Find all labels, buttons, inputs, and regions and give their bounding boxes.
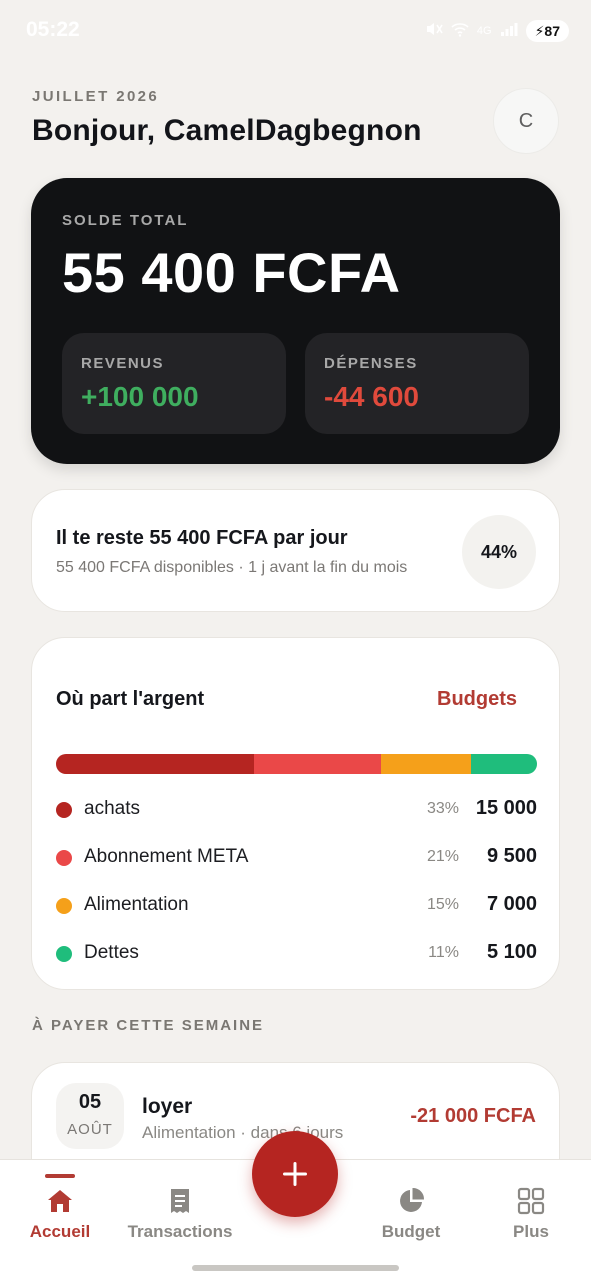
plus-icon — [283, 1162, 307, 1186]
nav-label-accueil: Accueil — [29, 1222, 91, 1241]
expense-card: DÉPENSES -44 600 — [305, 333, 529, 434]
category-dot — [56, 946, 72, 962]
avatar[interactable]: C — [493, 88, 559, 154]
payment-name: loyer — [142, 1095, 193, 1118]
income-card: REVENUS +100 000 — [62, 333, 286, 434]
category-name: Dettes — [84, 942, 139, 963]
category-amount: 9 500 — [486, 845, 537, 867]
spending-card: Où part l'argent Budgets achats 33% 15 000… — [31, 637, 560, 990]
add-transaction-button[interactable] — [252, 1131, 338, 1217]
status-bar: 05:22 4G ⚡87 — [0, 0, 591, 62]
nav-label-plus: Plus — [513, 1222, 549, 1241]
payment-day: 05 — [78, 1091, 102, 1113]
category-name: Alimentation — [84, 894, 189, 915]
category-percent: 11% — [428, 944, 459, 961]
budgets-link[interactable]: Budgets — [437, 688, 517, 711]
grid-icon — [517, 1187, 545, 1215]
receipt-icon — [171, 1189, 189, 1213]
remaining-title: Il te reste 55 400 FCFA par jour — [56, 527, 348, 549]
signal-icon — [500, 22, 518, 40]
category-row[interactable]: Abonnement META 21% 9 500 — [56, 843, 537, 873]
mute-icon — [425, 21, 443, 41]
category-percent: 15% — [426, 896, 459, 913]
category-dot — [56, 802, 72, 818]
page-title: Bonjour, CamelDagbegnon — [32, 114, 422, 147]
header-month: JUILLET 2026 — [32, 88, 160, 105]
income-label: REVENUS — [81, 355, 165, 372]
home-icon — [48, 1190, 72, 1212]
category-dot — [56, 850, 72, 866]
balance-card: SOLDE TOTAL 55 400 FCFA REVENUS +100 000… — [31, 178, 560, 464]
stack-segment-0 — [56, 754, 255, 774]
stack-segment-1 — [254, 754, 381, 774]
remaining-percent: 44% — [462, 515, 536, 589]
battery-level: 87 — [544, 23, 560, 39]
expense-value: -44 600 — [324, 381, 419, 412]
category-percent: 33% — [426, 800, 459, 817]
payment-month: AOÛT — [67, 1121, 113, 1138]
pie-chart-icon — [400, 1187, 425, 1212]
battery-indicator: ⚡87 — [525, 20, 569, 42]
income-value: +100 000 — [81, 381, 199, 412]
category-name: achats — [84, 798, 140, 819]
date-badge: 05 AOÛT — [56, 1083, 124, 1149]
category-amount: 5 100 — [486, 941, 537, 963]
category-amount: 15 000 — [475, 797, 537, 819]
category-name: Abonnement META — [84, 846, 249, 867]
category-dot — [56, 898, 72, 914]
home-indicator — [192, 1265, 399, 1271]
category-row[interactable]: Alimentation 15% 7 000 — [56, 891, 537, 921]
expense-label: DÉPENSES — [324, 355, 418, 372]
remaining-card[interactable]: Il te reste 55 400 FCFA par jour 55 400 … — [31, 489, 560, 612]
category-amount: 7 000 — [486, 893, 537, 915]
active-indicator — [45, 1174, 75, 1178]
status-icons: 4G ⚡87 — [425, 20, 569, 42]
nav-item-accueil[interactable]: Accueil — [0, 1160, 120, 1260]
stack-segment-3 — [470, 754, 537, 774]
balance-label: SOLDE TOTAL — [62, 212, 189, 229]
balance-value: 55 400 FCFA — [62, 241, 401, 304]
category-row[interactable]: Dettes 11% 5 100 — [56, 939, 537, 969]
spending-stack-bar — [56, 754, 537, 774]
stack-segment-2 — [380, 754, 471, 774]
status-time: 05:22 — [26, 18, 80, 41]
nav-label-budget: Budget — [381, 1222, 441, 1241]
remaining-subtitle: 55 400 FCFA disponibles · 1 j avant la f… — [56, 559, 408, 576]
network-label: 4G — [476, 25, 492, 37]
upcoming-section-title: À PAYER CETTE SEMAINE — [32, 1017, 265, 1034]
nav-item-plus[interactable]: Plus — [471, 1160, 591, 1260]
spending-title: Où part l'argent — [56, 688, 205, 710]
category-row[interactable]: achats 33% 15 000 — [56, 795, 537, 825]
nav-item-transactions[interactable]: Transactions — [120, 1160, 240, 1260]
payment-amount: -21 000 FCFA — [410, 1105, 536, 1127]
nav-item-budget[interactable]: Budget — [351, 1160, 471, 1260]
nav-label-transactions: Transactions — [127, 1222, 233, 1241]
category-percent: 21% — [426, 848, 459, 865]
wifi-icon — [451, 21, 469, 41]
